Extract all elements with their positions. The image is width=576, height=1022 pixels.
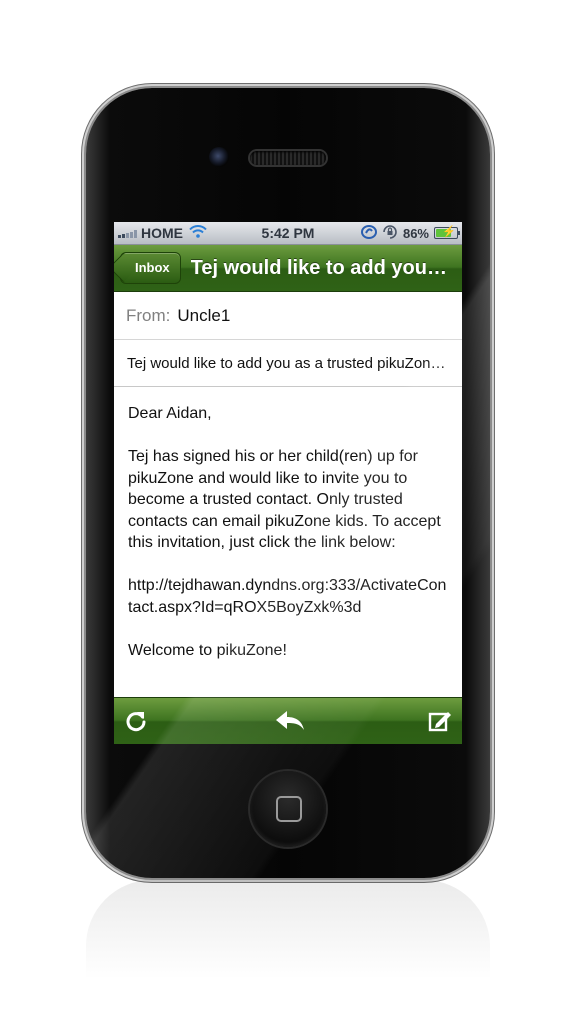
battery-icon: ⚡	[434, 226, 460, 239]
charging-bolt-icon: ⚡	[442, 226, 456, 238]
sender-name[interactable]: Uncle1	[177, 306, 230, 326]
status-time: 5:42 PM	[261, 225, 315, 241]
bottom-toolbar	[114, 697, 462, 744]
refresh-icon[interactable]	[124, 709, 148, 733]
front-camera	[209, 147, 229, 167]
status-bar: HOME 5:42 PM 86% ⚡	[114, 222, 462, 245]
subject-row: Tej would like to add you as a trusted p…	[114, 340, 462, 387]
back-button-label: Inbox	[135, 260, 170, 275]
home-square-icon	[276, 796, 302, 822]
email-paragraph: Tej has signed his or her child(ren) up …	[128, 448, 441, 551]
email-closing: Welcome to pikuZone!	[128, 641, 287, 659]
phone-screen: HOME 5:42 PM 86% ⚡ Inbox Tej would like …	[114, 222, 462, 744]
email-subject: Tej would like to add you as a trusted p…	[127, 354, 451, 372]
reply-icon[interactable]	[274, 709, 306, 733]
inbox-back-button[interactable]: Inbox	[120, 252, 181, 284]
from-label: From:	[126, 305, 171, 325]
earpiece-speaker	[250, 151, 326, 165]
page-title: Tej would like to add you as a trusted p…	[190, 256, 449, 279]
email-greeting: Dear Aidan,	[128, 405, 212, 422]
email-body: Dear Aidan, Tej has signed his or her ch…	[114, 387, 462, 661]
phone-reflection	[86, 880, 490, 1022]
from-row: From: Uncle1	[114, 292, 462, 340]
compose-icon[interactable]	[428, 709, 452, 733]
activation-link[interactable]: http://tejdhawan.dyndns.org:333/Activate…	[128, 575, 448, 618]
navigation-bar: Inbox Tej would like to add you as a tru…	[114, 245, 462, 292]
